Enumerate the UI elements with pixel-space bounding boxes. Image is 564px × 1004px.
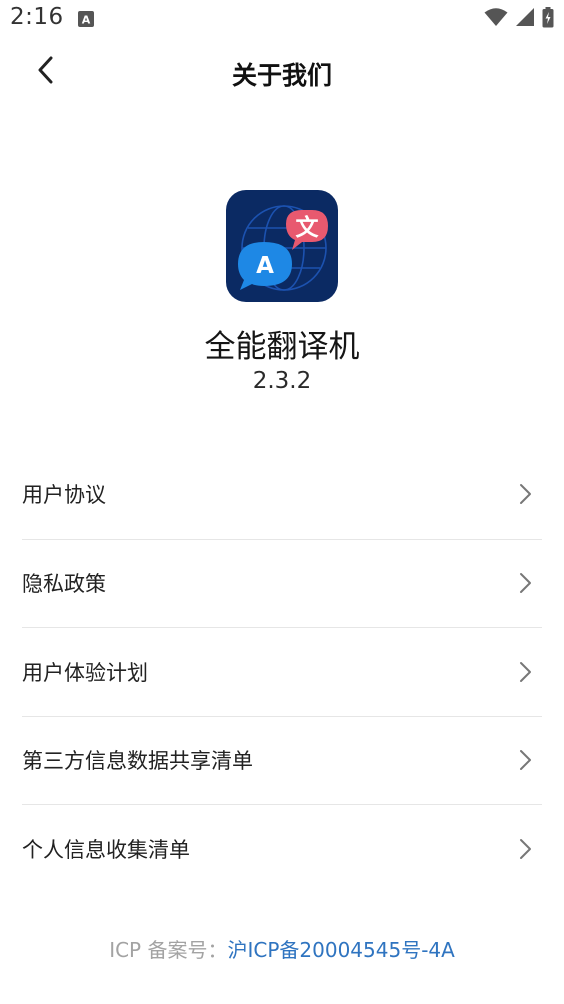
menu-item-third-party-data-sharing[interactable]: 第三方信息数据共享清单	[22, 715, 542, 805]
menu-list: 用户协议 隐私政策 用户体验计划 第三方信息数据共享清单 个人信息收集清单	[22, 450, 542, 893]
menu-item-user-agreement[interactable]: 用户协议	[22, 450, 542, 539]
signal-icon	[515, 7, 535, 31]
status-time: 2:16	[10, 4, 64, 30]
menu-item-label: 用户协议	[22, 483, 106, 508]
menu-item-privacy-policy[interactable]: 隐私政策	[22, 538, 542, 628]
chevron-right-icon	[514, 572, 536, 594]
header: 关于我们	[0, 44, 564, 102]
about-us-screen: 2:16 A 关于我们 文 A 全能翻译机 2.3.2 用户协议 隐私政策 用户…	[0, 0, 564, 1004]
app-name: 全能翻译机	[204, 329, 360, 365]
notification-a-icon: A	[78, 11, 94, 27]
icon-letter-a: A	[256, 253, 274, 279]
app-version: 2.3.2	[252, 368, 312, 394]
status-bar: 2:16 A	[0, 0, 564, 38]
chevron-right-icon	[514, 749, 536, 771]
icp-footer: ICP 备案号：沪ICP备20004545号-4A	[0, 934, 564, 963]
menu-item-label: 用户体验计划	[22, 660, 148, 685]
wifi-icon	[484, 7, 508, 31]
app-logo: 文 A	[226, 190, 338, 302]
icon-letter-wen: 文	[296, 214, 320, 241]
chevron-right-icon	[514, 483, 536, 505]
menu-item-personal-info-collection[interactable]: 个人信息收集清单	[22, 804, 542, 893]
menu-item-label: 隐私政策	[22, 572, 106, 597]
svg-text:A: A	[82, 14, 91, 27]
battery-icon	[542, 6, 554, 32]
icp-number-link[interactable]: 沪ICP备20004545号-4A	[227, 938, 454, 962]
icp-label: ICP 备案号：	[109, 938, 228, 962]
page-title: 关于我们	[231, 61, 332, 90]
chevron-right-icon	[514, 661, 536, 683]
menu-item-user-experience-plan[interactable]: 用户体验计划	[22, 627, 542, 716]
menu-item-label: 第三方信息数据共享清单	[22, 749, 253, 774]
status-icons	[484, 6, 554, 32]
chevron-right-icon	[514, 838, 536, 860]
menu-item-label: 个人信息收集清单	[22, 837, 190, 862]
